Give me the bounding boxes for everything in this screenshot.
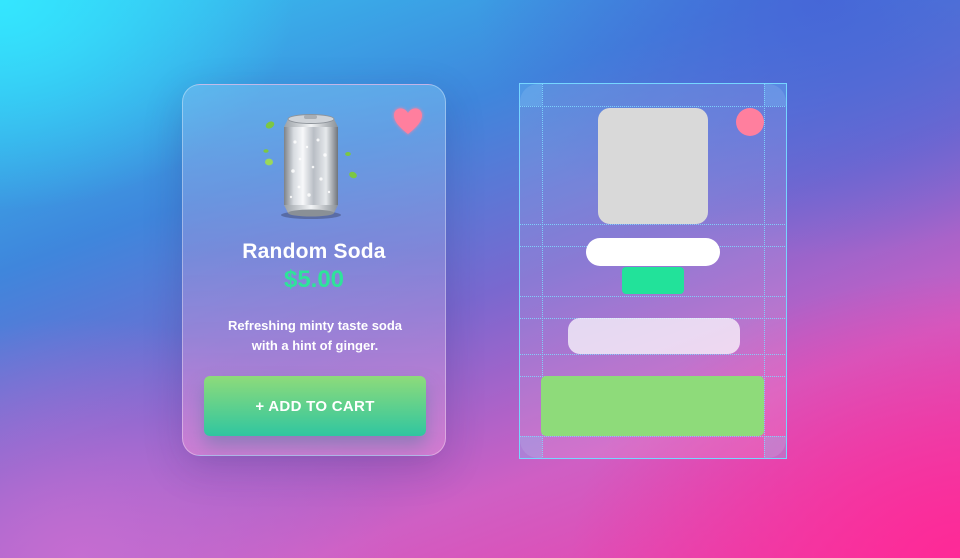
favorite-placeholder-dot [736, 108, 764, 136]
favorite-heart-icon[interactable] [391, 105, 425, 139]
image-placeholder [598, 108, 708, 224]
product-description: Refreshing minty taste soda with a hint … [227, 318, 403, 353]
soda-can-image [263, 114, 357, 219]
product-title: Random Soda [242, 240, 386, 263]
title-placeholder [586, 238, 720, 266]
product-price: $5.00 [283, 266, 345, 293]
product-card: Random Soda $5.00 Refreshing minty taste… [182, 84, 446, 456]
description-placeholder [568, 318, 740, 354]
button-placeholder [541, 376, 764, 436]
price-placeholder [622, 267, 684, 294]
add-to-cart-button[interactable]: + ADD TO CART [204, 376, 426, 436]
